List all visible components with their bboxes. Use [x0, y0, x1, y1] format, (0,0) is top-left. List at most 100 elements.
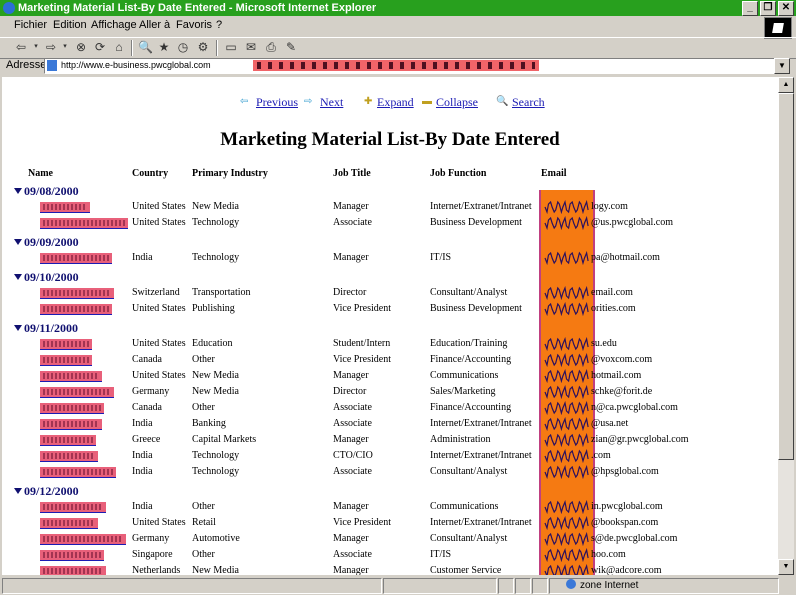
name-link-redacted[interactable] — [40, 467, 116, 478]
date-group-header[interactable]: 09/08/2000 — [14, 184, 79, 199]
menu-affichage[interactable]: Affichage — [91, 19, 137, 31]
cell-country: Canada — [132, 354, 162, 365]
cell-title: CTO/CIO — [333, 450, 373, 461]
channels-icon[interactable]: ⚙ — [196, 40, 210, 54]
redaction-scribble — [544, 449, 589, 463]
date-group-header[interactable]: 09/11/2000 — [14, 321, 78, 336]
cell-title: Director — [333, 287, 367, 298]
name-link-redacted[interactable] — [40, 304, 112, 315]
print-icon[interactable]: ⎙ — [264, 40, 278, 54]
redaction-scribble — [544, 385, 589, 399]
cell-industry: Technology — [192, 217, 240, 228]
address-bar: Adresse http://www.e-business.pwcglobal.… — [0, 57, 796, 75]
cell-country: United States — [132, 338, 186, 349]
restore-button[interactable]: ❐ — [760, 1, 776, 16]
previous-link[interactable]: Previous — [256, 95, 298, 110]
favorites-icon[interactable]: ★ — [157, 40, 171, 54]
cell-function: Communications — [430, 501, 499, 512]
vertical-scrollbar[interactable]: ▲ ▼ — [778, 77, 794, 575]
scroll-down-icon[interactable]: ▼ — [778, 559, 794, 575]
name-link-redacted[interactable] — [40, 435, 96, 446]
minimize-button[interactable]: _ — [742, 1, 758, 16]
date-group-header[interactable]: 09/09/2000 — [14, 235, 79, 250]
forward-dropdown-icon[interactable]: ▾ — [58, 40, 72, 54]
cell-function: Communications — [430, 370, 499, 381]
zone-label: zone Internet — [580, 580, 639, 591]
cell-country: India — [132, 418, 153, 429]
name-link-redacted[interactable] — [40, 566, 106, 575]
name-link-redacted[interactable] — [40, 371, 102, 382]
name-link-redacted[interactable] — [40, 339, 92, 350]
date-group-header[interactable]: 09/10/2000 — [14, 270, 79, 285]
scroll-up-icon[interactable]: ▲ — [778, 77, 794, 93]
name-link-redacted[interactable] — [40, 218, 128, 229]
name-link-redacted[interactable] — [40, 387, 114, 398]
back-icon[interactable]: ⇦ — [14, 40, 28, 54]
cell-email: @bookspan.com — [591, 517, 659, 528]
name-link-redacted[interactable] — [40, 518, 98, 529]
back-dropdown-icon[interactable]: ▾ — [29, 40, 43, 54]
ie-logo-icon — [3, 2, 15, 14]
redaction-scribble — [544, 369, 589, 383]
cell-title: Manager — [333, 501, 369, 512]
mail-icon[interactable]: ✉ — [244, 40, 258, 54]
home-icon[interactable]: ⌂ — [112, 40, 126, 54]
status-panel — [532, 578, 548, 594]
cell-country: India — [132, 501, 153, 512]
column-header-email: Email — [541, 168, 567, 179]
name-link-redacted[interactable] — [40, 288, 114, 299]
name-link-redacted[interactable] — [40, 202, 90, 213]
search-link[interactable]: Search — [512, 95, 545, 110]
name-link-redacted[interactable] — [40, 451, 98, 462]
name-link-redacted[interactable] — [40, 253, 112, 264]
cell-function: Administration — [430, 434, 491, 445]
menu-help[interactable]: ? — [216, 19, 222, 31]
toolbar-separator — [131, 40, 133, 56]
name-link-redacted[interactable] — [40, 502, 106, 513]
cell-country: United States — [132, 217, 186, 228]
close-button[interactable]: ✕ — [778, 1, 794, 16]
name-link-redacted[interactable] — [40, 550, 104, 561]
next-link[interactable]: Next — [320, 95, 343, 110]
cell-title: Vice President — [333, 517, 391, 528]
collapse-triangle-icon[interactable] — [14, 188, 22, 194]
address-dropdown-icon[interactable]: ▼ — [774, 58, 790, 74]
cell-function: Internet/Extranet/Intranet — [430, 517, 532, 528]
date-group-header[interactable]: 09/12/2000 — [14, 484, 79, 499]
name-link-redacted[interactable] — [40, 403, 104, 414]
cell-title: Manager — [333, 565, 369, 575]
menu-favoris[interactable]: Favoris — [176, 19, 212, 31]
collapse-triangle-icon[interactable] — [14, 325, 22, 331]
globe-icon — [566, 579, 576, 589]
cell-function: Customer Service — [430, 565, 502, 575]
edit-icon[interactable]: ✎ — [284, 40, 298, 54]
cell-function: IT/IS — [430, 252, 452, 263]
history-icon[interactable]: ◷ — [176, 40, 190, 54]
name-link-redacted[interactable] — [40, 355, 92, 366]
name-link-redacted[interactable] — [40, 419, 102, 430]
refresh-icon[interactable]: ⟳ — [93, 40, 107, 54]
cell-function: Finance/Accounting — [430, 354, 512, 365]
cell-country: Netherlands — [132, 565, 181, 575]
name-link-redacted[interactable] — [40, 534, 126, 545]
search-icon[interactable]: 🔍 — [138, 40, 153, 54]
cell-country: United States — [132, 370, 186, 381]
scroll-thumb[interactable] — [778, 93, 794, 460]
menu-edition[interactable]: Edition — [53, 19, 87, 31]
collapse-triangle-icon[interactable] — [14, 488, 22, 494]
collapse-link[interactable]: Collapse — [436, 95, 478, 110]
group-date: 09/08/2000 — [24, 184, 79, 198]
expand-icon: ✚ — [364, 96, 373, 107]
stop-icon[interactable]: ⊗ — [74, 40, 88, 54]
collapse-triangle-icon[interactable] — [14, 239, 22, 245]
cell-email: s@de.pwcglobal.com — [591, 533, 678, 544]
menu-aller[interactable]: Aller à — [139, 19, 170, 31]
collapse-triangle-icon[interactable] — [14, 274, 22, 280]
expand-link[interactable]: Expand — [377, 95, 414, 110]
menu-fichier[interactable]: Fichier — [14, 19, 47, 31]
cell-email: zian@gr.pwcglobal.com — [591, 434, 689, 445]
fullscreen-icon[interactable]: ▭ — [224, 40, 238, 54]
address-input[interactable]: http://www.e-business.pwcglobal.com — [44, 58, 776, 74]
forward-icon[interactable]: ⇨ — [44, 40, 58, 54]
cell-title: Associate — [333, 217, 372, 228]
